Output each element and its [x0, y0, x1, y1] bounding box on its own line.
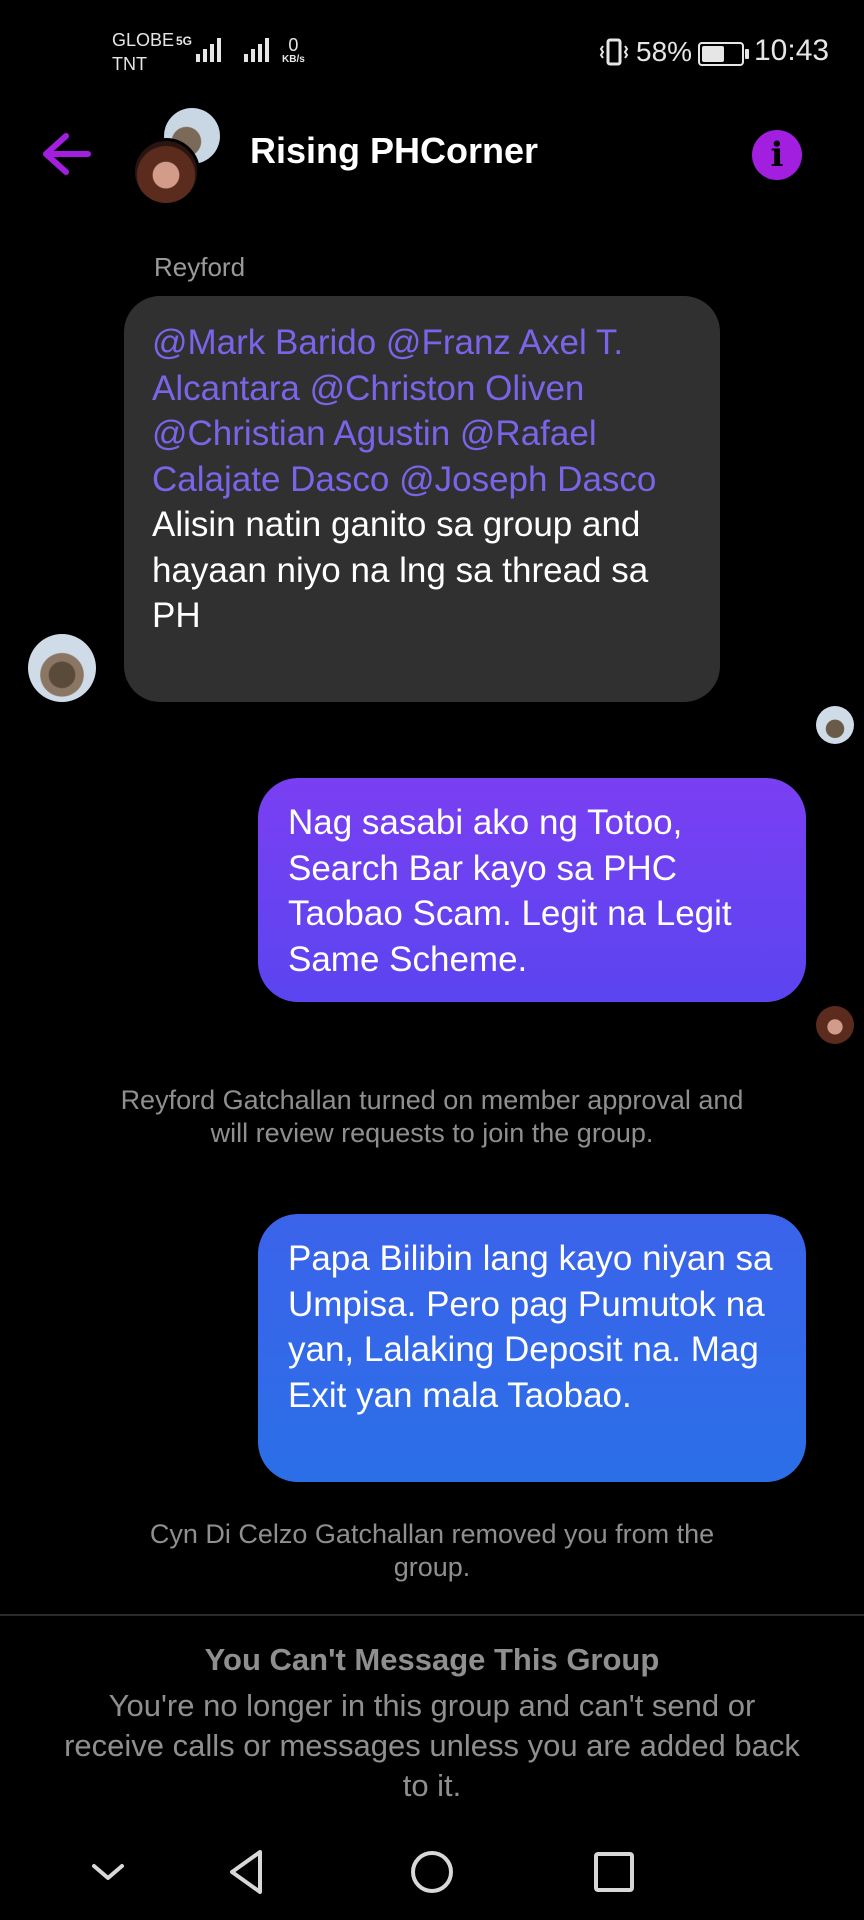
outgoing-message-bubble[interactable]: Nag sasabi ako ng Totoo, Search Bar kayo… [258, 778, 806, 1002]
chevron-down-icon[interactable] [78, 1846, 138, 1898]
message-text: Nag sasabi ako ng Totoo, Search Bar kayo… [288, 803, 732, 979]
sender-avatar[interactable] [28, 634, 96, 702]
signal-icon [244, 38, 269, 62]
notice-body: You're no longer in this group and can't… [64, 1688, 800, 1803]
divider [0, 1614, 864, 1616]
conversation-title[interactable]: Rising PHCorner [250, 130, 538, 172]
speed-value: 0 [288, 35, 299, 55]
home-circle-icon[interactable] [402, 1846, 462, 1898]
clock: 10:43 [754, 34, 830, 67]
notice-title: You Can't Message This Group [204, 1642, 660, 1677]
group-avatar[interactable] [132, 108, 224, 206]
system-message: Reyford Gatchallan turned on member appr… [120, 1085, 744, 1148]
sender-name: Reyford [154, 252, 246, 282]
outgoing-message-bubble[interactable]: Papa Bilibin lang kayo niyan sa Umpisa. … [258, 1214, 806, 1482]
battery-percent: 58% [636, 36, 693, 67]
incoming-message-bubble[interactable]: @Mark Barido @Franz Axel T. Alcantara @C… [124, 296, 720, 702]
info-icon[interactable]: i [752, 130, 802, 180]
read-receipt-avatar [816, 1006, 854, 1044]
back-arrow-icon[interactable] [40, 130, 92, 178]
message-text: Alisin natin ganito sa group and hayaan … [152, 505, 649, 635]
read-receipt-avatar [816, 706, 854, 744]
carrier-2: TNT [112, 54, 147, 74]
battery-icon [698, 42, 749, 66]
carrier-1: GLOBE [112, 30, 175, 50]
message-text: Papa Bilibin lang kayo niyan sa Umpisa. … [288, 1239, 773, 1415]
back-triangle-icon[interactable] [218, 1846, 278, 1898]
carrier-names: GLOBE TNT [112, 28, 174, 76]
message-mentions[interactable]: @Mark Barido @Franz Axel T. Alcantara @C… [152, 320, 692, 502]
network-type: 5G [176, 34, 193, 48]
speed-unit: KB/s [282, 54, 305, 65]
vibrate-icon [599, 38, 629, 66]
recents-square-icon[interactable] [584, 1846, 644, 1898]
status-bar: GLOBE TNT 5G 0 KB/s 58% 10:43 [0, 0, 864, 100]
network-speed: 0 KB/s [282, 36, 305, 66]
signal-icon [196, 38, 221, 62]
system-message: Cyn Di Celzo Gatchallan removed you from… [149, 1519, 715, 1582]
avatar [132, 138, 200, 206]
